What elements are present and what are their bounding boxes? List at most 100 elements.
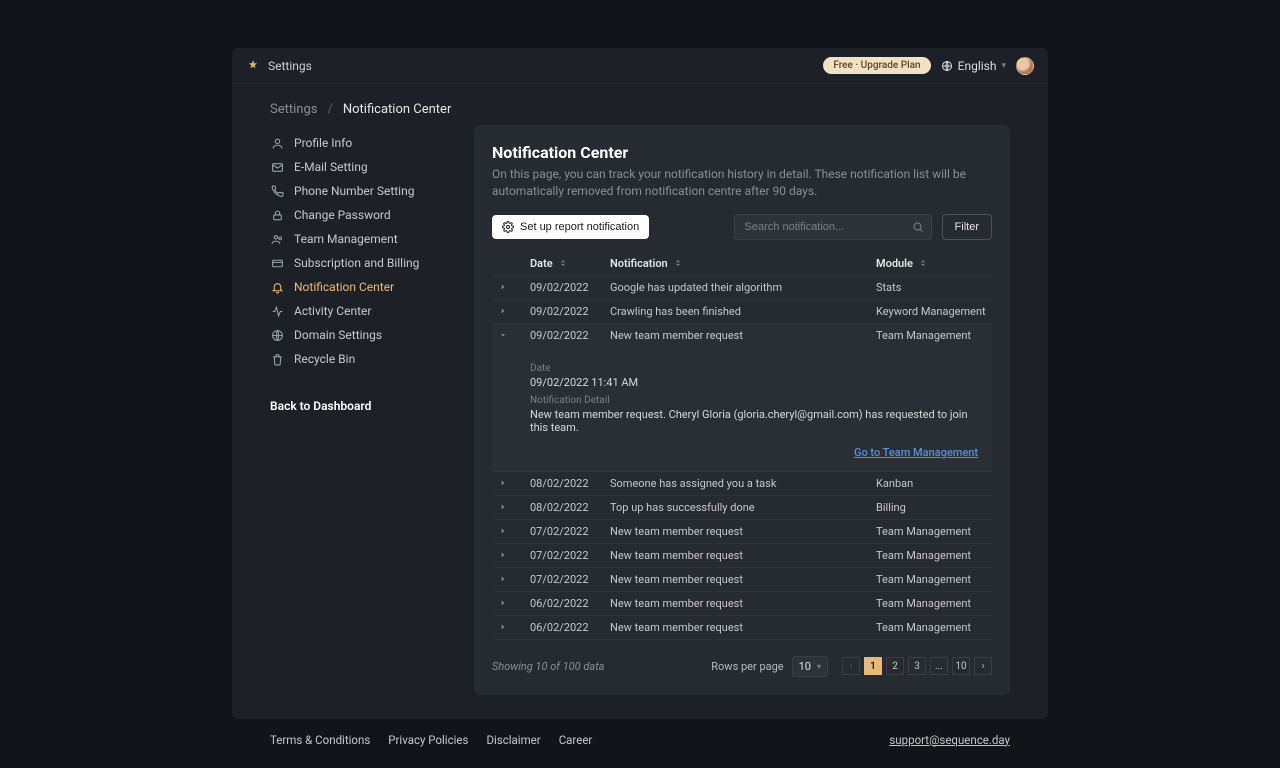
page-subtitle: On this page, you can track your notific…	[492, 166, 972, 200]
sidebar-item-label: Phone Number Setting	[294, 184, 414, 198]
sidebar-item-label: Change Password	[294, 208, 391, 222]
avatar[interactable]	[1016, 57, 1034, 75]
sidebar-item-subscription-and-billing[interactable]: Subscription and Billing	[270, 251, 446, 275]
page-1[interactable]: 1	[864, 657, 882, 675]
language-label: English	[958, 59, 997, 73]
sidebar-item-team-management[interactable]: Team Management	[270, 227, 446, 251]
row-message: New team member request	[610, 573, 868, 586]
row-message: Top up has successfully done	[610, 501, 868, 514]
brand: Settings	[246, 59, 312, 73]
phone-icon	[270, 184, 284, 198]
sidebar-item-phone-number-setting[interactable]: Phone Number Setting	[270, 179, 446, 203]
row-date: 07/02/2022	[530, 525, 602, 538]
breadcrumb-parent[interactable]: Settings	[270, 102, 317, 117]
row-expander[interactable]	[498, 282, 522, 292]
rows-per-page-label: Rows per page	[711, 660, 783, 673]
col-date[interactable]: Date	[530, 257, 602, 270]
sidebar-item-recycle-bin[interactable]: Recycle Bin	[270, 347, 446, 371]
table-header: Date Notification Module	[492, 252, 992, 276]
footer-link-disclaimer[interactable]: Disclaimer	[486, 733, 540, 747]
col-module[interactable]: Module	[876, 257, 986, 270]
search-input[interactable]	[734, 214, 932, 240]
row-expander[interactable]	[498, 478, 522, 488]
sort-icon	[918, 258, 928, 268]
sidebar-item-activity-center[interactable]: Activity Center	[270, 299, 446, 323]
sidebar-item-e-mail-setting[interactable]: E-Mail Setting	[270, 155, 446, 179]
row-message: Google has updated their algorithm	[610, 281, 868, 294]
table-row: 07/02/2022New team member requestTeam Ma…	[492, 544, 992, 568]
globe-icon	[941, 60, 953, 72]
page-3[interactable]: 3	[908, 657, 926, 675]
footer-link-terms-conditions[interactable]: Terms & Conditions	[270, 733, 370, 747]
rows-per-page-select[interactable]: 10 ▾	[792, 656, 828, 677]
row-expander[interactable]	[498, 306, 522, 316]
sidebar-item-label: Activity Center	[294, 304, 371, 318]
row-date: 08/02/2022	[530, 501, 602, 514]
settings-sidebar: Profile InfoE-Mail Setting Phone Number S…	[270, 125, 446, 695]
go-to-team-management-link[interactable]: Go to Team Management	[530, 446, 978, 459]
row-module: Team Management	[876, 525, 986, 538]
row-date: 08/02/2022	[530, 477, 602, 490]
row-date: 07/02/2022	[530, 573, 602, 586]
footer-link-career[interactable]: Career	[559, 733, 593, 747]
detail-body-value: New team member request. Cheryl Gloria (…	[530, 408, 978, 434]
row-message: Crawling has been finished	[610, 305, 868, 318]
card-icon	[270, 256, 284, 270]
upgrade-plan-pill[interactable]: Free · Upgrade Plan	[823, 57, 930, 74]
row-expander[interactable]	[498, 330, 522, 340]
mail-icon	[270, 160, 284, 174]
sidebar-item-domain-settings[interactable]: Domain Settings	[270, 323, 446, 347]
sidebar-item-label: Notification Center	[294, 280, 394, 294]
col-notification[interactable]: Notification	[610, 257, 868, 270]
support-email[interactable]: support@sequence.day	[889, 733, 1010, 747]
page-10[interactable]: 10	[952, 657, 970, 675]
sidebar-item-change-password[interactable]: Change Password	[270, 203, 446, 227]
row-module: Team Management	[876, 549, 986, 562]
table-row: 08/02/2022Someone has assigned you a tas…	[492, 472, 992, 496]
brand-label: Settings	[268, 59, 312, 73]
sidebar-item-notification-center[interactable]: Notification Center	[270, 275, 446, 299]
row-expander[interactable]	[498, 622, 522, 632]
row-date: 07/02/2022	[530, 549, 602, 562]
row-expander[interactable]	[498, 550, 522, 560]
language-selector[interactable]: English ▾	[941, 59, 1006, 73]
showing-text: Showing 10 of 100 data	[492, 660, 605, 673]
globe-icon	[270, 328, 284, 342]
table-row: 07/02/2022New team member requestTeam Ma…	[492, 520, 992, 544]
row-date: 06/02/2022	[530, 621, 602, 634]
sidebar-item-label: Team Management	[294, 232, 398, 246]
table-row: 09/02/2022 Crawling has been finished Keyw…	[492, 300, 992, 324]
row-module: Keyword Management	[876, 305, 986, 318]
breadcrumb-current: Notification Center	[343, 102, 452, 117]
table-row: 09/02/2022Google has updated their algor…	[492, 276, 992, 300]
notification-panel: Notification Center On this page, you ca…	[474, 125, 1010, 695]
row-module: Team Management	[876, 329, 986, 342]
sidebar-item-profile-info[interactable]: Profile Info	[270, 131, 446, 155]
row-message: New team member request	[610, 621, 868, 634]
row-expander[interactable]	[498, 598, 522, 608]
page-prev[interactable]: ‹	[842, 657, 860, 675]
row-expander[interactable]	[498, 526, 522, 536]
detail-body-label: Notification Detail	[530, 395, 978, 406]
row-date: 09/02/2022	[530, 305, 602, 318]
row-expander[interactable]	[498, 502, 522, 512]
table-row: 09/02/2022New team member requestTeam Ma…	[492, 324, 992, 347]
page-2[interactable]: 2	[886, 657, 904, 675]
table-row: 08/02/2022Top up has successfully doneBi…	[492, 496, 992, 520]
page-next[interactable]: ›	[974, 657, 992, 675]
row-expander[interactable]	[498, 574, 522, 584]
row-date: 09/02/2022	[530, 329, 602, 342]
sort-icon	[673, 258, 683, 268]
row-date: 06/02/2022	[530, 597, 602, 610]
activity-icon	[270, 304, 284, 318]
footer-link-privacy-policies[interactable]: Privacy Policies	[388, 733, 468, 747]
breadcrumb: Settings / Notification Center	[232, 84, 1048, 125]
chevron-down-icon: ▾	[817, 662, 821, 671]
detail-date-label: Date	[530, 363, 978, 374]
back-to-dashboard-link[interactable]: Back to Dashboard	[270, 399, 446, 413]
chevron-down-icon: ▾	[1001, 61, 1006, 71]
row-module: Stats	[876, 281, 986, 294]
sidebar-item-label: Domain Settings	[294, 328, 382, 342]
filter-button[interactable]: Filter	[942, 214, 992, 240]
setup-report-button[interactable]: Set up report notification	[492, 215, 649, 239]
